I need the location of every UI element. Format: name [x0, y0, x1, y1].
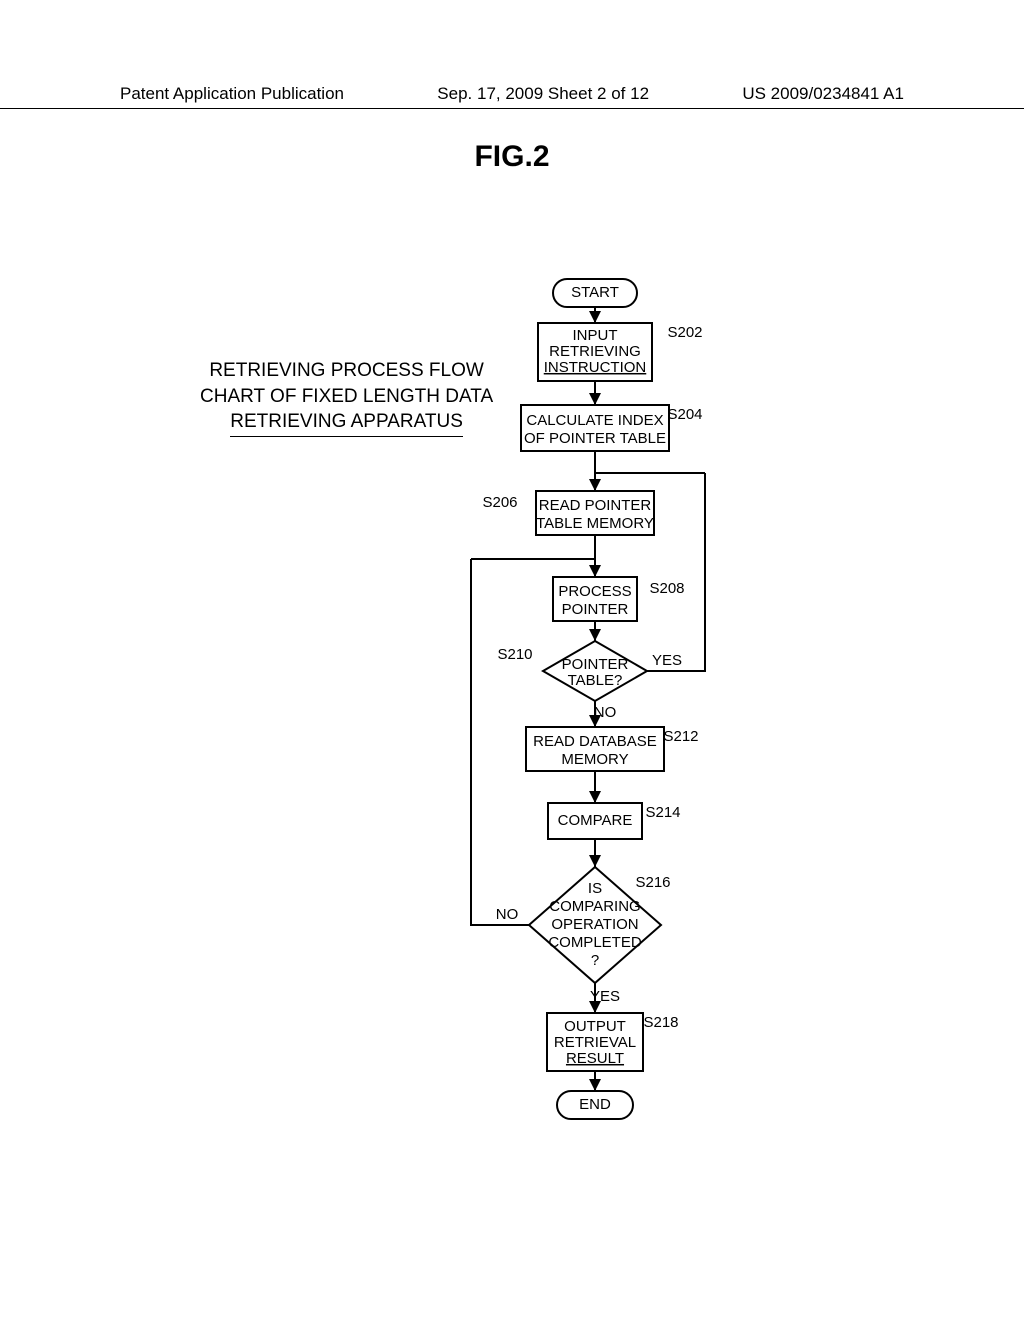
node-start: START	[553, 279, 637, 307]
svg-text:START: START	[571, 284, 619, 301]
svg-text:INPUT: INPUT	[573, 327, 618, 344]
label-s206: S206	[482, 494, 517, 511]
page-header: Patent Application Publication Sep. 17, …	[0, 84, 1024, 109]
node-s208: PROCESS POINTER	[553, 577, 637, 621]
header-right: US 2009/0234841 A1	[742, 84, 904, 104]
node-s202: INPUT RETRIEVING INSTRUCTION	[538, 323, 652, 381]
label-s214: S214	[645, 804, 680, 821]
node-s206: READ POINTER TABLE MEMORY	[536, 491, 654, 535]
label-s210-yes: YES	[652, 652, 682, 669]
svg-text:RETRIEVAL: RETRIEVAL	[554, 1034, 636, 1051]
label-s216: S216	[635, 874, 670, 891]
svg-text:MEMORY: MEMORY	[561, 751, 628, 768]
node-s210: POINTER TABLE?	[543, 641, 647, 701]
svg-text:COMPARE: COMPARE	[558, 812, 633, 829]
svg-text:RETRIEVING: RETRIEVING	[549, 343, 641, 360]
svg-text:OF POINTER TABLE: OF POINTER TABLE	[524, 430, 666, 447]
label-s216-no: NO	[496, 906, 519, 923]
svg-text:?: ?	[591, 952, 599, 969]
label-s218: S218	[643, 1014, 678, 1031]
svg-text:POINTER: POINTER	[562, 656, 629, 673]
header-center: Sep. 17, 2009 Sheet 2 of 12	[437, 84, 649, 104]
svg-text:READ POINTER: READ POINTER	[539, 497, 652, 514]
node-end: END	[557, 1091, 633, 1119]
svg-text:INSTRUCTION: INSTRUCTION	[544, 359, 647, 376]
flowchart-svg: START INPUT RETRIEVING INSTRUCTION S202 …	[405, 275, 785, 1215]
svg-text:POINTER: POINTER	[562, 601, 629, 618]
svg-text:CALCULATE INDEX: CALCULATE INDEX	[526, 412, 663, 429]
svg-text:COMPARING: COMPARING	[549, 898, 640, 915]
label-s204: S204	[667, 406, 702, 423]
svg-text:OUTPUT: OUTPUT	[564, 1018, 626, 1035]
node-s218: OUTPUT RETRIEVAL RESULT	[547, 1013, 643, 1071]
svg-text:TABLE?: TABLE?	[568, 672, 623, 689]
node-s204: CALCULATE INDEX OF POINTER TABLE	[521, 405, 669, 451]
svg-text:OPERATION: OPERATION	[551, 916, 638, 933]
svg-text:TABLE MEMORY: TABLE MEMORY	[536, 515, 654, 532]
figure-label: FIG.2	[0, 140, 1024, 174]
svg-text:END: END	[579, 1096, 611, 1113]
svg-text:READ DATABASE: READ DATABASE	[533, 733, 657, 750]
label-s202: S202	[667, 324, 702, 341]
node-s212: READ DATABASE MEMORY	[526, 727, 664, 771]
label-s210: S210	[497, 646, 532, 663]
svg-text:COMPLETED: COMPLETED	[548, 934, 642, 951]
svg-text:PROCESS: PROCESS	[558, 583, 631, 600]
svg-text:IS: IS	[588, 880, 602, 897]
label-s208: S208	[649, 580, 684, 597]
svg-text:RESULT: RESULT	[566, 1050, 624, 1067]
node-s214: COMPARE	[548, 803, 642, 839]
header-left: Patent Application Publication	[120, 84, 344, 104]
label-s210-no: NO	[594, 704, 617, 721]
label-s212: S212	[663, 728, 698, 745]
